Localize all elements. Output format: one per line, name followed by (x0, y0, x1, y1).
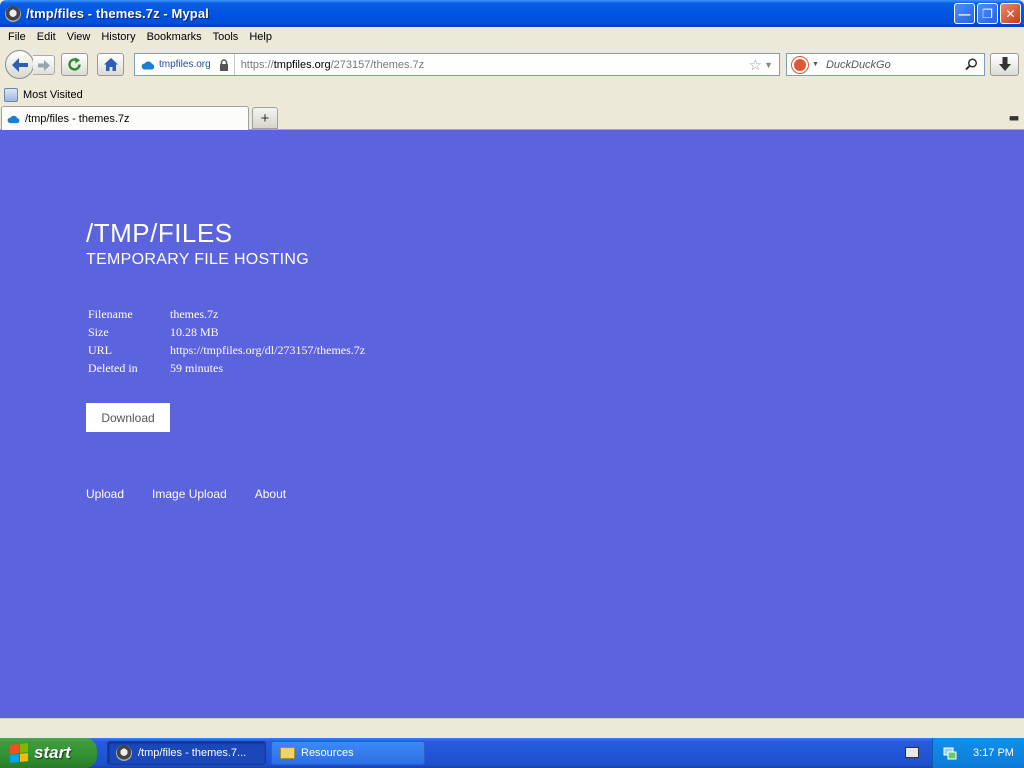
info-key: Filename (88, 306, 133, 321)
info-row-deleted-in: Deleted in 59 minutes (88, 359, 365, 377)
search-bar[interactable]: ▼ DuckDuckGo (786, 53, 985, 76)
menu-tools[interactable]: Tools (209, 31, 246, 43)
taskbar-item-mypal[interactable]: /tmp/files - themes.7... (107, 741, 266, 765)
most-visited-icon (4, 87, 18, 102)
list-all-tabs-icon[interactable]: ■■ (1009, 113, 1019, 123)
reload-button[interactable] (61, 53, 88, 76)
folder-icon (280, 747, 295, 759)
site-subtitle: TEMPORARY FILE HOSTING (86, 251, 309, 268)
site-identity-button[interactable]: tmpfiles.org (135, 54, 235, 75)
url-path: /273157/themes.7z (330, 58, 425, 71)
info-row-filename: Filename themes.7z (88, 305, 365, 323)
image-upload-link[interactable]: Image Upload (152, 487, 227, 501)
home-icon (103, 58, 118, 71)
start-label: start (34, 743, 71, 762)
restore-icon: ❐ (982, 6, 993, 21)
plus-icon: + (260, 109, 270, 127)
taskbar-item-label: Resources (301, 747, 354, 759)
status-bar (0, 718, 1024, 738)
menu-bar: File Edit View History Bookmarks Tools H… (0, 27, 1024, 46)
download-button[interactable]: Download (86, 403, 170, 432)
info-key: URL (88, 342, 112, 357)
identity-host: tmpfiles.org (159, 59, 211, 70)
lock-icon (219, 58, 228, 71)
reload-icon (68, 57, 81, 71)
forward-button[interactable] (33, 55, 55, 75)
mypal-app-icon (5, 5, 21, 22)
most-visited-bookmark[interactable]: Most Visited (23, 89, 83, 101)
info-value: https://tmpfiles.org/dl/273157/themes.7z (170, 342, 366, 357)
menu-history[interactable]: History (97, 31, 142, 43)
info-value: 59 minutes (170, 360, 223, 375)
url-dropdown-icon[interactable]: ▼ (764, 60, 773, 70)
search-engine-dropdown-icon[interactable]: ▼ (812, 61, 819, 68)
start-button[interactable]: start (0, 738, 97, 768)
menu-view[interactable]: View (63, 31, 98, 43)
info-value: 10.28 MB (170, 324, 219, 339)
tab-strip: /tmp/files - themes.7z + ■■ (0, 105, 1024, 130)
taskbar-item-label: /tmp/files - themes.7... (138, 747, 247, 759)
cloud-icon (7, 115, 20, 123)
file-info-table: Filename themes.7z Size 10.28 MB URL htt… (88, 305, 365, 377)
window-controls: — ❐ ✕ (954, 3, 1021, 24)
url-scheme: https:// (240, 58, 274, 71)
bookmark-star-icon[interactable]: ☆ (749, 56, 762, 74)
network-icon[interactable] (943, 746, 957, 760)
minimize-button[interactable]: — (954, 3, 975, 24)
restore-button[interactable]: ❐ (977, 3, 998, 24)
search-input[interactable]: DuckDuckGo (826, 59, 965, 71)
download-arrow-icon (998, 57, 1011, 71)
back-button[interactable] (5, 50, 34, 79)
home-button[interactable] (97, 53, 124, 76)
tab-tmpfiles[interactable]: /tmp/files - themes.7z (1, 106, 249, 130)
menu-help[interactable]: Help (245, 31, 279, 43)
cloud-icon (141, 60, 155, 69)
keyboard-icon[interactable] (905, 747, 919, 758)
window-title: /tmp/files - themes.7z - Mypal (26, 6, 209, 21)
close-icon: ✕ (1005, 6, 1016, 21)
url-text[interactable]: https://tmpfiles.org/273157/themes.7z (235, 59, 749, 71)
menu-edit[interactable]: Edit (33, 31, 63, 43)
site-title: /TMP/FILES (86, 218, 233, 248)
info-row-size: Size 10.28 MB (88, 323, 365, 341)
page-content: /TMP/FILES TEMPORARY FILE HOSTING Filena… (0, 130, 1024, 718)
bookmarks-toolbar: Most Visited (0, 84, 1024, 105)
upload-link[interactable]: Upload (86, 487, 124, 501)
minimize-icon: — (958, 6, 971, 21)
info-key: Size (88, 324, 109, 339)
about-link[interactable]: About (255, 487, 286, 501)
forward-arrow-icon (37, 59, 50, 71)
system-tray: 3:17 PM (932, 738, 1024, 768)
navigation-toolbar: tmpfiles.org https://tmpfiles.org/273157… (0, 46, 1024, 84)
url-bar[interactable]: tmpfiles.org https://tmpfiles.org/273157… (134, 53, 780, 76)
mypal-app-icon (116, 745, 132, 761)
taskbar-item-resources[interactable]: Resources (271, 741, 425, 765)
tab-label: /tmp/files - themes.7z (25, 112, 130, 125)
windows-logo-icon (10, 743, 28, 763)
duckduckgo-icon[interactable] (792, 56, 808, 73)
info-key: Deleted in (88, 360, 138, 375)
close-button[interactable]: ✕ (1000, 3, 1021, 24)
title-bar: /tmp/files - themes.7z - Mypal — ❐ ✕ (0, 0, 1024, 27)
menu-bookmarks[interactable]: Bookmarks (143, 31, 209, 43)
url-host: tmpfiles.org (273, 58, 331, 71)
taskbar: start /tmp/files - themes.7... Resources… (0, 738, 1024, 768)
info-row-url: URL https://tmpfiles.org/dl/273157/theme… (88, 341, 365, 359)
back-arrow-icon (11, 57, 28, 72)
search-icon[interactable] (965, 58, 978, 71)
new-tab-button[interactable]: + (252, 107, 278, 129)
menu-file[interactable]: File (4, 31, 33, 43)
info-value: themes.7z (170, 306, 219, 321)
downloads-button[interactable] (990, 53, 1019, 76)
footer-links: Upload Image Upload About (86, 487, 286, 501)
clock: 3:17 PM (973, 747, 1014, 759)
